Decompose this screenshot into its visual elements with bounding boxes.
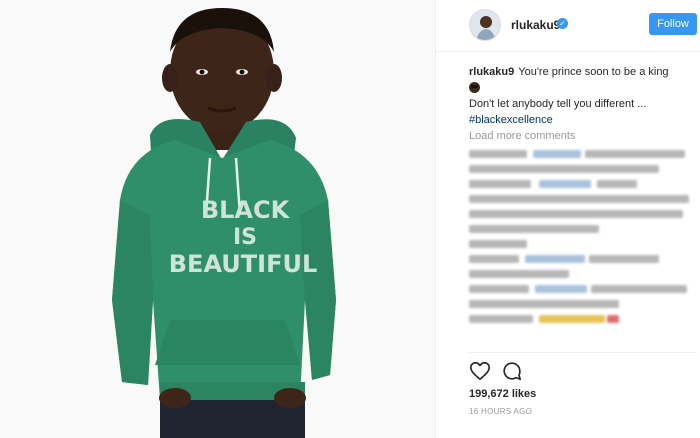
post-caption: rlukaku9 You're prince soon to be a king … xyxy=(469,64,694,128)
list-item xyxy=(469,150,694,158)
hoodie-photo: BLACK IS BEAUTIFUL xyxy=(0,0,435,438)
list-item xyxy=(469,285,694,293)
post-image[interactable]: BLACK IS BEAUTIFUL xyxy=(0,0,435,438)
list-item xyxy=(469,300,694,308)
caption-username[interactable]: rlukaku9 xyxy=(469,66,514,78)
load-more-comments-link[interactable]: Load more comments xyxy=(469,130,575,142)
list-item xyxy=(469,240,694,248)
comment-bubble-icon[interactable] xyxy=(501,360,523,382)
section-divider xyxy=(469,352,697,353)
blurred-comments-list xyxy=(469,150,694,330)
hoodie-text-line1: BLACK xyxy=(201,196,291,224)
post-timestamp: 16 HOURS AGO xyxy=(469,407,533,416)
follow-button[interactable]: Follow xyxy=(649,13,697,35)
verified-check-icon: ✓ xyxy=(557,18,568,29)
post-sidebar: rlukaku9 ✓ Follow rlukaku9 You're prince … xyxy=(436,0,700,438)
hoodie-text-line2: IS xyxy=(233,225,257,250)
like-count[interactable]: 199,672 likes xyxy=(469,388,536,400)
list-item xyxy=(469,270,694,278)
post-actions xyxy=(469,360,549,382)
post-header: rlukaku9 ✓ Follow xyxy=(436,0,700,52)
list-item xyxy=(469,225,694,233)
sunglasses-emoji-icon xyxy=(469,82,480,93)
avatar-image xyxy=(470,10,500,40)
list-item xyxy=(469,195,694,203)
caption-hashtag[interactable]: #blackexcellence xyxy=(469,114,553,126)
caption-line2: Don't let anybody tell you different ... xyxy=(469,98,647,110)
list-item xyxy=(469,255,694,263)
list-item xyxy=(469,180,694,188)
avatar[interactable] xyxy=(469,9,501,41)
list-item xyxy=(469,315,694,323)
list-item xyxy=(469,165,694,173)
header-username[interactable]: rlukaku9 xyxy=(511,18,560,32)
caption-line1: You're prince soon to be a king xyxy=(518,66,669,78)
heart-icon[interactable] xyxy=(469,360,491,382)
list-item xyxy=(469,210,694,218)
hoodie-text-line3: BEAUTIFUL xyxy=(169,250,318,278)
